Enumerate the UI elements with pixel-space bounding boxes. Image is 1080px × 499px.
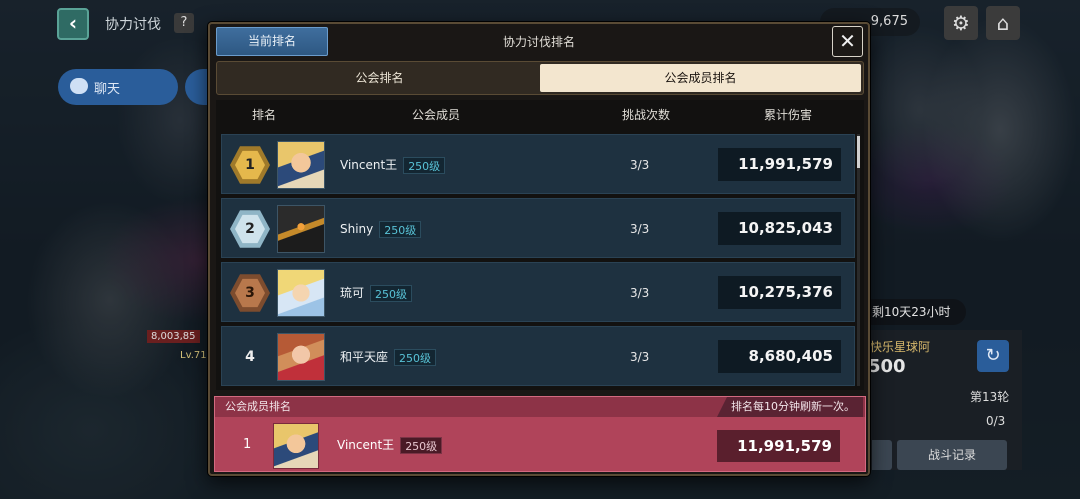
my-member-name: Vincent王 250级 — [337, 419, 443, 471]
home-icon[interactable]: ⌂ — [986, 6, 1020, 40]
refresh-note: 排名每10分钟刷新一次。 — [717, 397, 863, 417]
member-name-text: 琉可 — [340, 286, 365, 300]
chat-button[interactable]: 聊天 — [58, 69, 178, 105]
table-header: 排名 公会成员 挑战次数 累计伤害 — [216, 100, 864, 130]
avatar[interactable] — [273, 423, 319, 469]
tab-member-ranking[interactable]: 公会成员排名 — [540, 64, 861, 92]
chat-bubble-icon — [70, 78, 88, 94]
member-name: 和平天座 250级 — [340, 327, 437, 387]
tab-guild-ranking[interactable]: 公会排名 — [219, 64, 540, 92]
column-member: 公会成员 — [412, 108, 461, 122]
tries-count: 3/3 — [630, 350, 650, 364]
rank-badge: 4 — [230, 337, 270, 377]
damage-value: 10,275,376 — [718, 276, 841, 309]
round-count: 0/3 — [986, 414, 1006, 428]
member-name-text: Shiny — [340, 222, 374, 236]
avatar[interactable] — [277, 333, 325, 381]
table-row[interactable]: 1 Vincent王 250级 3/3 11,991,579 — [221, 134, 855, 194]
gold-rank-badge-icon: 1 — [230, 145, 270, 185]
column-tries: 挑战次数 — [622, 108, 671, 122]
bronze-rank-badge-icon: 3 — [230, 273, 270, 313]
damage-value: 10,825,043 — [718, 212, 841, 245]
rank-number: 2 — [245, 221, 255, 237]
my-member-name-text: Vincent王 — [337, 438, 395, 452]
tries-count: 3/3 — [630, 158, 650, 172]
level-badge: 250级 — [400, 437, 443, 454]
gear-icon[interactable]: ⚙ — [944, 6, 978, 40]
my-rank-number: 1 — [243, 437, 252, 452]
column-rank: 排名 — [252, 108, 277, 122]
level-badge: 250级 — [379, 221, 422, 238]
avatar[interactable] — [277, 141, 325, 189]
member-name-text: 和平天座 — [340, 350, 389, 364]
event-timer: 剩10天23小时 — [860, 299, 966, 325]
my-rank-panel: 公会成员排名 排名每10分钟刷新一次。 1 Vincent王 250级 11,99… — [214, 396, 866, 472]
silver-rank-badge-icon: 2 — [230, 209, 270, 249]
member-name: 琉可 250级 — [340, 263, 413, 323]
level-badge: 250级 — [403, 157, 446, 174]
help-button[interactable]: ? — [174, 13, 194, 33]
side-action-button[interactable] — [872, 440, 892, 470]
ranking-tabs: 公会排名 公会成员排名 — [216, 61, 864, 95]
member-name: Shiny 250级 — [340, 199, 422, 259]
table-row[interactable]: 2 Shiny 250级 3/3 10,825,043 — [221, 198, 855, 258]
rank-number: 4 — [245, 349, 255, 365]
scrollbar[interactable] — [857, 134, 860, 386]
close-icon[interactable]: ✕ — [832, 26, 863, 57]
round-label: 第13轮 — [970, 390, 1010, 404]
refresh-icon[interactable]: ↻ — [977, 340, 1009, 372]
member-name: Vincent王 250级 — [340, 135, 446, 195]
level-badge: 250级 — [394, 349, 437, 366]
tries-count: 3/3 — [630, 286, 650, 300]
avatar[interactable] — [277, 269, 325, 317]
avatar[interactable] — [277, 205, 325, 253]
my-rank-row: 1 Vincent王 250级 11,991,579 — [215, 419, 865, 471]
my-damage-value: 11,991,579 — [717, 430, 840, 462]
level-badge: 250级 — [370, 285, 413, 302]
member-name-text: Vincent王 — [340, 158, 398, 172]
back-button[interactable]: ‹ — [57, 8, 89, 40]
chat-label: 聊天 — [94, 81, 121, 97]
ranking-modal: 协力讨伐排名 当前排名 ✕ 公会排名 公会成员排名 排名 公会成员 挑战次数 累… — [208, 22, 870, 476]
side-guild-name: 快乐星球阿 — [870, 340, 931, 354]
rank-number: 3 — [245, 285, 255, 301]
boss-level-label: Lv.71 — [180, 350, 207, 361]
table-row[interactable]: 3 琉可 250级 3/3 10,275,376 — [221, 262, 855, 322]
my-rank-header: 公会成员排名 排名每10分钟刷新一次。 — [215, 397, 865, 417]
side-score: 500 — [868, 356, 906, 377]
scroll-thumb[interactable] — [857, 136, 860, 168]
screen-title: 协力讨伐 — [105, 17, 161, 33]
tries-count: 3/3 — [630, 222, 650, 236]
rank-number: 1 — [245, 157, 255, 173]
ranking-table: 排名 公会成员 挑战次数 累计伤害 1 Vincent王 250级 3/3 11,… — [216, 100, 864, 390]
battle-log-button[interactable]: 战斗记录 — [897, 440, 1007, 470]
column-damage: 累计伤害 — [764, 108, 813, 122]
my-rank-title: 公会成员排名 — [225, 400, 291, 413]
modal-header: 协力讨伐排名 当前排名 ✕ — [210, 24, 868, 60]
current-rank-tab[interactable]: 当前排名 — [216, 27, 328, 56]
damage-value: 11,991,579 — [718, 148, 841, 181]
ranking-rows: 1 Vincent王 250级 3/3 11,991,579 2 Shiny 250… — [221, 134, 855, 390]
boss-hp-label: 8,003,85 — [147, 330, 200, 343]
damage-value: 8,680,405 — [718, 340, 841, 373]
table-row[interactable]: 4 和平天座 250级 3/3 8,680,405 — [221, 326, 855, 386]
